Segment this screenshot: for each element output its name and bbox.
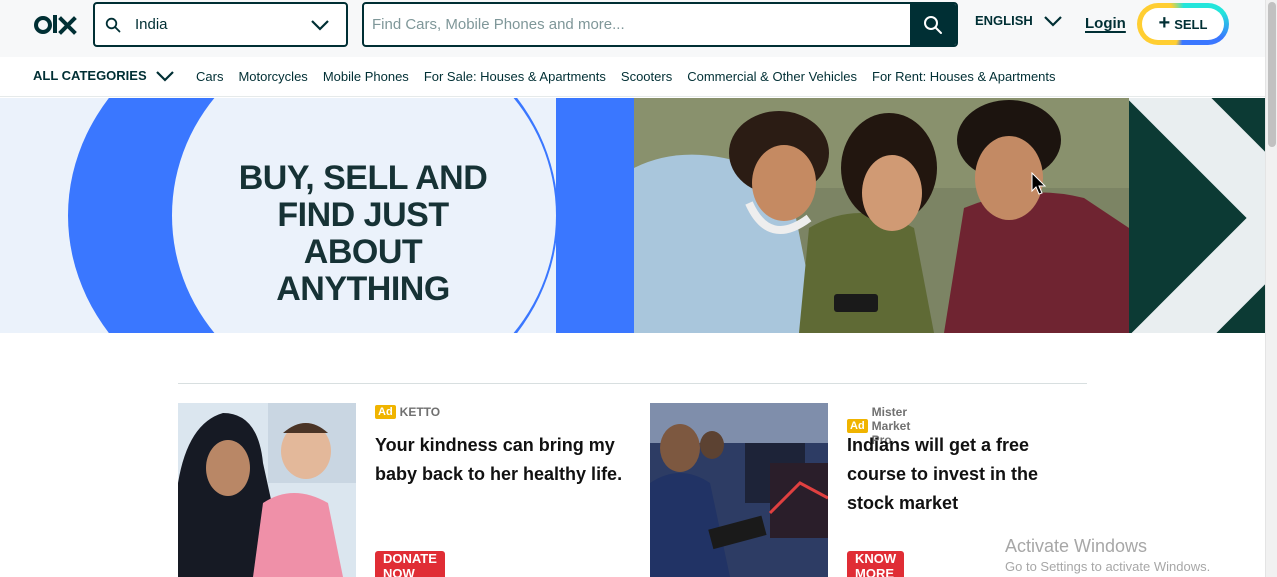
banner-headline-line3: ANYTHING [276, 270, 450, 308]
banner-headline-line2: FIND JUST ABOUT [277, 196, 449, 271]
vertical-scrollbar[interactable] [1265, 0, 1277, 577]
hero-banner[interactable]: BUY, SELL AND FIND JUST ABOUT ANYTHING [0, 98, 1265, 333]
ad-title[interactable]: Your kindness can bring my baby back to … [375, 431, 625, 489]
search-button[interactable] [910, 4, 956, 45]
banner-graphic: BUY, SELL AND FIND JUST ABOUT ANYTHING [0, 98, 634, 333]
chevron-down-icon [155, 70, 174, 82]
search-icon [924, 15, 942, 34]
activate-windows-watermark: Activate Windows Go to Settings to activ… [1005, 536, 1210, 574]
all-categories-label: ALL CATEGORIES [33, 68, 147, 83]
category-link-scooters[interactable]: Scooters [621, 69, 672, 84]
sell-button[interactable]: + SELL [1137, 3, 1229, 45]
category-links: Cars Motorcycles Mobile Phones For Sale:… [196, 69, 1056, 84]
category-link-commercial-vehicles[interactable]: Commercial & Other Vehicles [687, 69, 857, 84]
language-label: ENGLISH [975, 13, 1033, 28]
ad-badge: Ad [375, 405, 396, 419]
location-selector[interactable]: India [93, 2, 348, 47]
category-link-houses-rent[interactable]: For Rent: Houses & Apartments [872, 69, 1056, 84]
search-input[interactable] [364, 4, 910, 45]
know-more-button[interactable]: KNOW MORE [847, 551, 905, 577]
olx-logo[interactable] [34, 12, 78, 38]
sell-label: SELL [1174, 16, 1208, 32]
location-value: India [135, 16, 168, 33]
category-link-mobile-phones[interactable]: Mobile Phones [323, 69, 409, 84]
banner-photo [634, 98, 1129, 333]
search-icon [105, 17, 121, 32]
banner-headline: BUY, SELL AND FIND JUST ABOUT ANYTHING [215, 160, 511, 308]
ad-image[interactable] [650, 403, 828, 577]
banner-headline-line1: BUY, SELL AND [238, 159, 488, 197]
donate-now-button[interactable]: DONATE NOW [375, 551, 445, 577]
chevron-down-icon [1044, 15, 1062, 27]
watermark-title: Activate Windows [1005, 536, 1148, 556]
ad-advertiser: KETTO [399, 405, 441, 419]
sell-button-inner: + SELL [1142, 8, 1224, 40]
category-link-motorcycles[interactable]: Motorcycles [238, 69, 307, 84]
ad-photo-stock-traders [650, 403, 828, 577]
login-link[interactable]: Login [1085, 15, 1126, 32]
banner-people-illustration [634, 98, 1129, 333]
section-divider [178, 383, 1087, 384]
category-link-houses-sale[interactable]: For Sale: Houses & Apartments [424, 69, 606, 84]
banner-dark-panel [1129, 98, 1265, 333]
scrollbar-thumb[interactable] [1268, 2, 1276, 147]
banner-blue-slab [556, 98, 634, 333]
watermark-subtitle: Go to Settings to activate Windows. [1005, 559, 1211, 574]
olx-home-page: India ENGLISH Login + SELL [0, 0, 1277, 577]
mouse-cursor-icon [1031, 172, 1047, 195]
plus-icon: + [1158, 12, 1171, 34]
top-header: India ENGLISH Login + SELL [0, 0, 1265, 57]
language-selector[interactable]: ENGLISH [975, 13, 1063, 28]
ad-image[interactable] [178, 403, 356, 577]
all-categories-dropdown[interactable]: ALL CATEGORIES [33, 68, 175, 83]
search-bar [362, 2, 958, 47]
ad-photo-mother-baby [178, 403, 356, 577]
chevron-down-icon[interactable] [310, 19, 330, 31]
category-bar: ALL CATEGORIES Cars Motorcycles Mobile P… [0, 57, 1265, 97]
ad-meta: Ad KETTO [375, 405, 440, 419]
ad-title[interactable]: Indians will get a free course to invest… [847, 431, 1057, 518]
category-link-cars[interactable]: Cars [196, 69, 223, 84]
